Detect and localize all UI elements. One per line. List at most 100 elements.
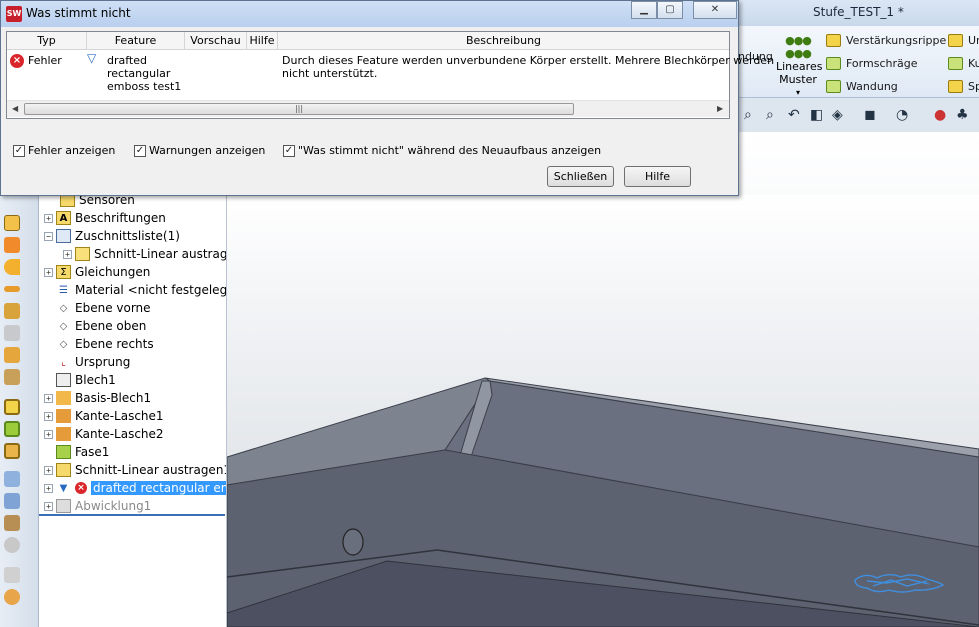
hem-icon[interactable] <box>4 259 20 275</box>
tree-item-abwicklung1[interactable]: + Abwicklung1 <box>44 497 151 515</box>
maximize-icon[interactable]: ▢ <box>657 1 683 19</box>
checkmark-icon[interactable]: ✓ <box>283 144 295 157</box>
base-flange-icon[interactable] <box>4 215 20 231</box>
row-feature: drafted rectangular emboss test1 <box>107 54 182 93</box>
close-button[interactable]: Schließen <box>547 166 614 187</box>
scene-icon[interactable]: ♣ <box>956 107 969 123</box>
show-warnings-checkbox[interactable]: ✓ Warnungen anzeigen <box>134 144 265 157</box>
sketched-bend-icon[interactable] <box>4 303 20 319</box>
ribbon-item-ku[interactable]: Ku <box>948 57 979 70</box>
column-header-type[interactable]: Typ <box>7 32 87 50</box>
column-header-help[interactable]: Hilfe <box>247 32 278 50</box>
ribbon-item-ur[interactable]: Ur <box>948 34 979 47</box>
ribbon-item-shell[interactable]: Wandung <box>826 80 898 93</box>
minimize-icon[interactable]: ▁ <box>631 1 657 19</box>
scroll-right-icon[interactable]: ▶ <box>717 104 723 113</box>
unfold-icon[interactable] <box>4 399 20 415</box>
mirror-icon <box>948 80 963 93</box>
error-icon: × <box>75 482 87 494</box>
column-header-preview[interactable]: Vorschau <box>185 32 247 50</box>
tree-item-drafted-emboss[interactable]: + ▼ × drafted rectangular emboss test1 <box>44 479 226 497</box>
cross-break-icon[interactable] <box>4 589 20 605</box>
show-during-rebuild-checkbox[interactable]: ✓ "Was stimmt nicht" während des Neuaufb… <box>283 144 601 157</box>
display-style-icon[interactable]: ◼ <box>864 107 876 123</box>
expand-icon[interactable]: + <box>44 501 53 511</box>
section-view-icon[interactable]: ◧ <box>810 107 823 123</box>
dialog-title: Was stimmt nicht <box>26 6 131 20</box>
expand-icon[interactable]: + <box>44 483 53 493</box>
horizontal-scrollbar[interactable]: ◀ ||| ▶ <box>7 100 729 117</box>
column-header-feature[interactable]: Feature <box>87 32 185 50</box>
checkmark-icon[interactable]: ✓ <box>134 144 146 157</box>
expand-icon[interactable]: + <box>44 411 53 421</box>
expand-icon[interactable]: + <box>44 267 53 277</box>
flat-pattern-icon <box>56 499 71 513</box>
appearance-icon[interactable]: ● <box>934 107 946 123</box>
closed-corner-icon[interactable] <box>4 369 20 385</box>
no-bends-icon[interactable] <box>4 471 20 487</box>
expand-icon[interactable]: + <box>44 393 53 403</box>
tree-item-ebene-oben[interactable]: ◇ Ebene oben <box>44 317 147 335</box>
show-errors-checkbox[interactable]: ✓ Fehler anzeigen <box>13 144 115 157</box>
expander <box>44 358 53 367</box>
dome-icon <box>948 57 963 70</box>
expand-icon[interactable]: + <box>44 465 53 475</box>
checkmark-icon[interactable]: ✓ <box>13 144 25 157</box>
sheet-metal-toolbar <box>0 195 39 627</box>
flatten-icon[interactable] <box>4 443 20 459</box>
plane-icon: ◇ <box>59 320 68 332</box>
view-orientation-icon[interactable]: ◈ <box>832 107 843 123</box>
tree-item-ursprung[interactable]: ⌞ Ursprung <box>44 353 130 371</box>
graphics-area[interactable] <box>227 195 979 627</box>
close-icon[interactable]: ✕ <box>693 1 737 19</box>
ribbon-item-draft[interactable]: Formschräge <box>826 57 917 70</box>
tree-item-beschriftungen[interactable]: + A Beschriftungen <box>44 209 166 227</box>
ribbon-item-sp[interactable]: Sp <box>948 80 979 93</box>
forming-tool-icon[interactable] <box>4 567 20 583</box>
column-header-description[interactable]: Beschreibung <box>278 32 729 50</box>
expander <box>44 448 53 457</box>
rollback-bar[interactable] <box>39 514 225 516</box>
expand-icon[interactable]: + <box>44 213 53 223</box>
dialog-title-bar[interactable]: SW Was stimmt nicht ▁ ▢ ✕ <box>1 1 738 27</box>
zoom-fit-icon[interactable]: ⌕ <box>744 107 752 123</box>
jog-icon[interactable] <box>4 286 20 292</box>
what-is-wrong-dialog: SW Was stimmt nicht ▁ ▢ ✕ Typ Feature Vo… <box>0 0 774 196</box>
tree-item-fase1[interactable]: Fase1 <box>44 443 109 461</box>
tree-item-kante-lasche2[interactable]: + Kante-Lasche2 <box>44 425 164 443</box>
help-button[interactable]: Hilfe <box>624 166 691 187</box>
zoom-area-icon[interactable]: ⌕ <box>766 107 774 123</box>
lofted-bend-icon[interactable] <box>4 325 20 341</box>
material-icon: ☰ <box>59 284 68 296</box>
edge-flange-icon[interactable] <box>4 237 20 253</box>
tree-item-label: Ebene vorne <box>75 301 151 315</box>
tree-item-gleichungen[interactable]: + Σ Gleichungen <box>44 263 150 281</box>
scroll-left-icon[interactable]: ◀ <box>12 104 18 113</box>
expand-icon[interactable]: + <box>44 429 53 439</box>
collapse-icon[interactable]: − <box>44 231 53 241</box>
tree-item-schnitt-linear[interactable]: + Schnitt-Linear austragen1 <box>44 461 226 479</box>
miter-flange-icon[interactable] <box>4 347 20 363</box>
previous-view-icon[interactable]: ↶ <box>788 107 800 123</box>
expander <box>44 286 53 295</box>
tree-item-schnitt-linear-body[interactable]: + Schnitt-Linear austragen <box>63 245 226 263</box>
break-corner-icon[interactable] <box>4 537 20 553</box>
tree-item-blech1[interactable]: Blech1 <box>44 371 116 389</box>
tree-item-kante-lasche1[interactable]: + Kante-Lasche1 <box>44 407 164 425</box>
hide-show-icon[interactable]: ◔ <box>896 107 908 123</box>
tree-item-basis-blech1[interactable]: + Basis-Blech1 <box>44 389 151 407</box>
tree-item-label: Ursprung <box>75 355 131 369</box>
expand-icon[interactable]: + <box>63 249 72 259</box>
insert-bends-icon[interactable] <box>4 515 20 531</box>
tree-item-ebene-rechts[interactable]: ◇ Ebene rechts <box>44 335 154 353</box>
ribbon-item-rib[interactable]: Verstärkungsrippe <box>826 34 946 47</box>
ribbon-item-linear-pattern[interactable]: ●●● ●●● Lineares Muster ▾ <box>776 34 822 99</box>
tree-item-material[interactable]: ☰ Material <nicht festgelegt> <box>44 281 226 299</box>
rip-icon[interactable] <box>4 493 20 509</box>
tree-item-sensoren[interactable]: Sensoren <box>39 195 135 209</box>
feature-manager-tree: Sensoren + A Beschriftungen − Zuschnitts… <box>39 195 227 627</box>
tree-item-ebene-vorne[interactable]: ◇ Ebene vorne <box>44 299 151 317</box>
scrollbar-thumb[interactable]: ||| <box>24 103 574 115</box>
tree-item-zuschnittsliste[interactable]: − Zuschnittsliste(1) <box>44 227 180 245</box>
fold-icon[interactable] <box>4 421 20 437</box>
